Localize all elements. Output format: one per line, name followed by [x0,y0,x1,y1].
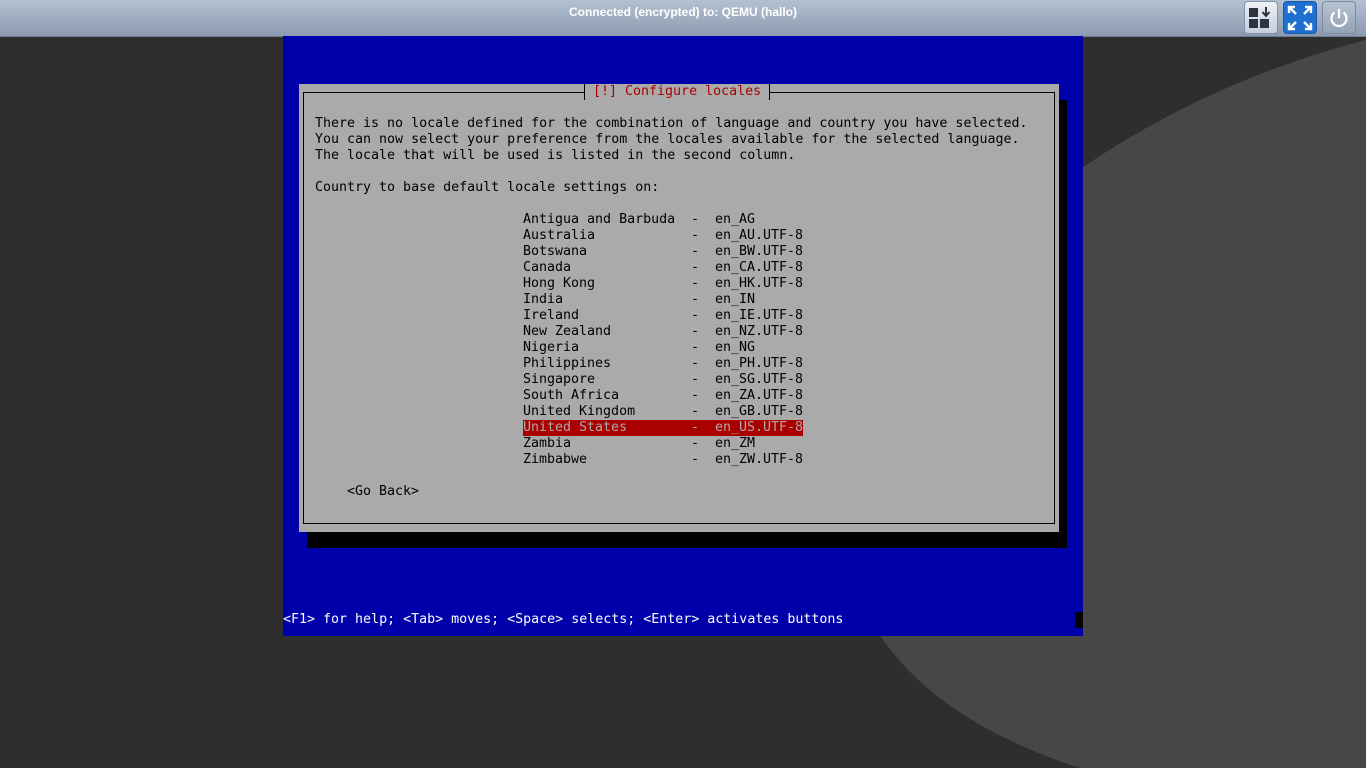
locale-option[interactable]: Antigua and Barbuda - en_AG [523,212,803,228]
locale-code: en_ZM [715,436,756,451]
locale-country: Canada [523,260,572,275]
locale-code: en_SG.UTF-8 [715,372,804,387]
locale-code: en_CA.UTF-8 [715,260,804,275]
locale-option[interactable]: New Zealand - en_NZ.UTF-8 [523,324,803,340]
locale-country: Australia [523,228,596,243]
locale-separator: - [691,340,700,355]
locale-option[interactable]: Nigeria - en_NG [523,340,803,356]
locale-code: en_IE.UTF-8 [715,308,804,323]
locale-option[interactable]: Canada - en_CA.UTF-8 [523,260,803,276]
locale-option[interactable]: United States - en_US.UTF-8 [523,420,803,436]
locale-country: Botswana [523,244,588,259]
locale-country: Ireland [523,308,580,323]
locale-option[interactable]: Singapore - en_SG.UTF-8 [523,372,803,388]
fullscreen-button[interactable] [1283,1,1317,34]
locale-option[interactable]: Australia - en_AU.UTF-8 [523,228,803,244]
locale-code: en_NZ.UTF-8 [715,324,804,339]
locale-country: South Africa [523,388,620,403]
locale-country: Antigua and Barbuda [523,212,676,227]
locale-option[interactable]: United Kingdom - en_GB.UTF-8 [523,404,803,420]
keyboard-keys-icon [1249,6,1271,28]
locale-country: United Kingdom [523,404,636,419]
locale-code: en_ZW.UTF-8 [715,452,804,467]
viewer-toolbar: Connected (encrypted) to: QEMU (hallo) [0,0,1366,37]
locale-country: New Zealand [523,324,612,339]
locale-code: en_AG [715,212,756,227]
locale-code: en_NG [715,340,756,355]
locale-separator: - [691,372,700,387]
vm-console-screen[interactable]: [!] Configure locales There is no locale… [283,36,1083,636]
country-locale-list[interactable]: Antigua and Barbuda - en_AG Australia - en_AU… [523,212,803,468]
locale-option[interactable]: Botswana - en_BW.UTF-8 [523,244,803,260]
locale-option[interactable]: Zambia - en_ZM [523,436,803,452]
locale-option[interactable]: India - en_IN [523,292,803,308]
locale-separator: - [691,452,700,467]
locale-code: en_BW.UTF-8 [715,244,804,259]
locale-option[interactable]: Ireland - en_IE.UTF-8 [523,308,803,324]
locale-option[interactable]: Hong Kong - en_HK.UTF-8 [523,276,803,292]
locale-code: en_GB.UTF-8 [715,404,804,419]
dialog-title: [!] Configure locales [584,84,771,100]
locale-country: India [523,292,564,307]
locale-separator: - [691,388,700,403]
send-keys-button[interactable] [1244,1,1278,34]
locale-separator: - [691,228,700,243]
locale-code: en_AU.UTF-8 [715,228,804,243]
locale-separator: - [691,356,700,371]
help-status-line: <F1> for help; <Tab> moves; <Space> sele… [283,612,1075,628]
locale-country: Zimbabwe [523,452,588,467]
power-button[interactable] [1322,1,1356,34]
locale-separator: - [691,260,700,275]
fullscreen-icon [1287,5,1313,30]
locale-option[interactable]: Zimbabwe - en_ZW.UTF-8 [523,452,803,468]
locale-code: en_US.UTF-8 [715,420,804,435]
locale-country: Zambia [523,436,572,451]
locale-country: Singapore [523,372,596,387]
connection-title: Connected (encrypted) to: QEMU (hallo) [569,5,797,19]
locale-option[interactable]: Philippines - en_PH.UTF-8 [523,356,803,372]
locale-country: United States [523,420,628,435]
locale-separator: - [691,212,700,227]
dialog-description: There is no locale defined for the combi… [315,116,1028,163]
locale-separator: - [691,404,700,419]
locale-code: en_PH.UTF-8 [715,356,804,371]
locale-option[interactable]: South Africa - en_ZA.UTF-8 [523,388,803,404]
text-cursor [1075,612,1083,628]
power-icon [1330,8,1348,27]
locale-country: Nigeria [523,340,580,355]
locale-separator: - [691,244,700,259]
go-back-button[interactable]: <Go Back> [347,484,419,500]
locale-separator: - [691,292,700,307]
locale-country: Philippines [523,356,612,371]
console-bottom [283,628,1083,636]
locale-country: Hong Kong [523,276,596,291]
locale-code: en_ZA.UTF-8 [715,388,804,403]
locale-code: en_IN [715,292,756,307]
locale-separator: - [691,324,700,339]
configure-locales-dialog: [!] Configure locales There is no locale… [299,84,1059,532]
locale-code: en_HK.UTF-8 [715,276,804,291]
locale-separator: - [691,276,700,291]
locale-separator: - [691,436,700,451]
locale-prompt: Country to base default locale settings … [315,180,660,195]
locale-separator: - [691,420,700,435]
locale-separator: - [691,308,700,323]
